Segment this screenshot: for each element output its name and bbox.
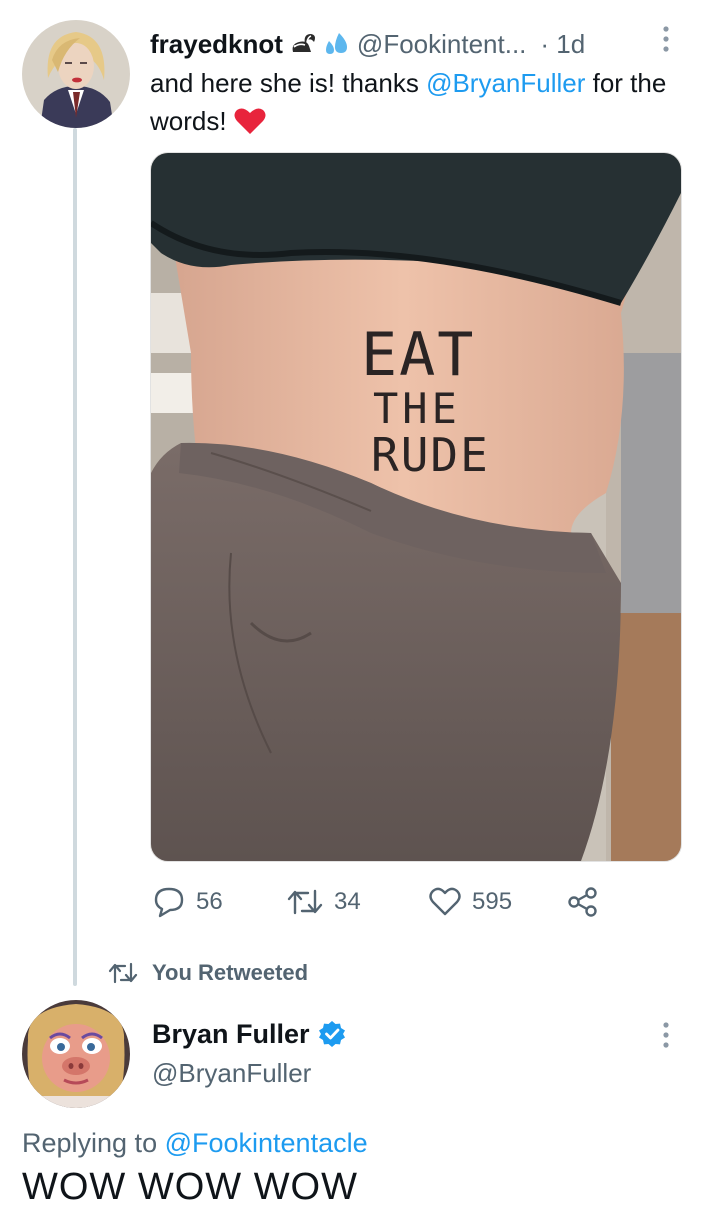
retweet-arrows-icon: [287, 889, 323, 915]
replying-to-line: Replying to @Fookintentacle: [22, 1128, 368, 1159]
display-name[interactable]: Bryan Fuller: [152, 1019, 310, 1050]
replying-to-mention-link[interactable]: @Fookintentacle: [165, 1128, 368, 1158]
retweet-small-icon: [108, 962, 138, 984]
reply-button[interactable]: 56: [152, 880, 223, 924]
replying-to-prefix: Replying to: [22, 1128, 165, 1158]
retweeted-label: You Retweeted: [152, 960, 309, 985]
like-button[interactable]: 595: [428, 880, 512, 924]
heart-outline-icon: [429, 887, 461, 916]
tattoo-line-eat: EAT: [361, 320, 475, 390]
retweet-count: 34: [334, 888, 361, 915]
more-options-icon[interactable]: [656, 1018, 676, 1052]
sweat-droplets-emoji-icon: [323, 31, 351, 57]
tweet-header: frayedknot @Fookintent... · 1d: [150, 26, 585, 62]
like-count: 595: [472, 888, 513, 915]
verified-badge-icon: [318, 1021, 345, 1047]
display-name[interactable]: frayedknot: [150, 29, 283, 60]
reply-bubble-icon: [154, 887, 184, 918]
skunk-emoji-icon: [289, 32, 317, 56]
retweeted-indicator: You Retweeted: [108, 956, 308, 990]
more-options-icon[interactable]: [656, 22, 676, 56]
share-icon: [568, 887, 597, 917]
mention-link[interactable]: @BryanFuller: [426, 68, 585, 98]
reply-text-partial: WOW WOW WOW: [22, 1166, 358, 1208]
tattoo-line-the: THE: [373, 384, 461, 433]
share-button[interactable]: [566, 880, 610, 924]
tweet-text: and here she is! thanks @BryanFuller for…: [150, 64, 690, 140]
red-heart-emoji-icon: [234, 108, 266, 134]
reply-count: 56: [196, 888, 223, 915]
tattoo-line-rude: RUDE: [371, 428, 490, 482]
user-handle[interactable]: @BryanFuller: [152, 1058, 311, 1089]
avatar-frayedknot[interactable]: [22, 20, 130, 128]
reply-author-header: Bryan Fuller: [152, 1014, 346, 1054]
tweet-media-photo[interactable]: EAT THE RUDE: [150, 152, 682, 862]
retweet-button[interactable]: 34: [286, 880, 361, 924]
tweet-text-part: and here she is! thanks: [150, 68, 427, 98]
user-handle[interactable]: @Fookintent...: [357, 29, 526, 60]
thread-connector-line: [73, 128, 77, 986]
timestamp[interactable]: · 1d: [540, 29, 585, 60]
avatar-bryan-fuller[interactable]: [22, 1000, 130, 1108]
